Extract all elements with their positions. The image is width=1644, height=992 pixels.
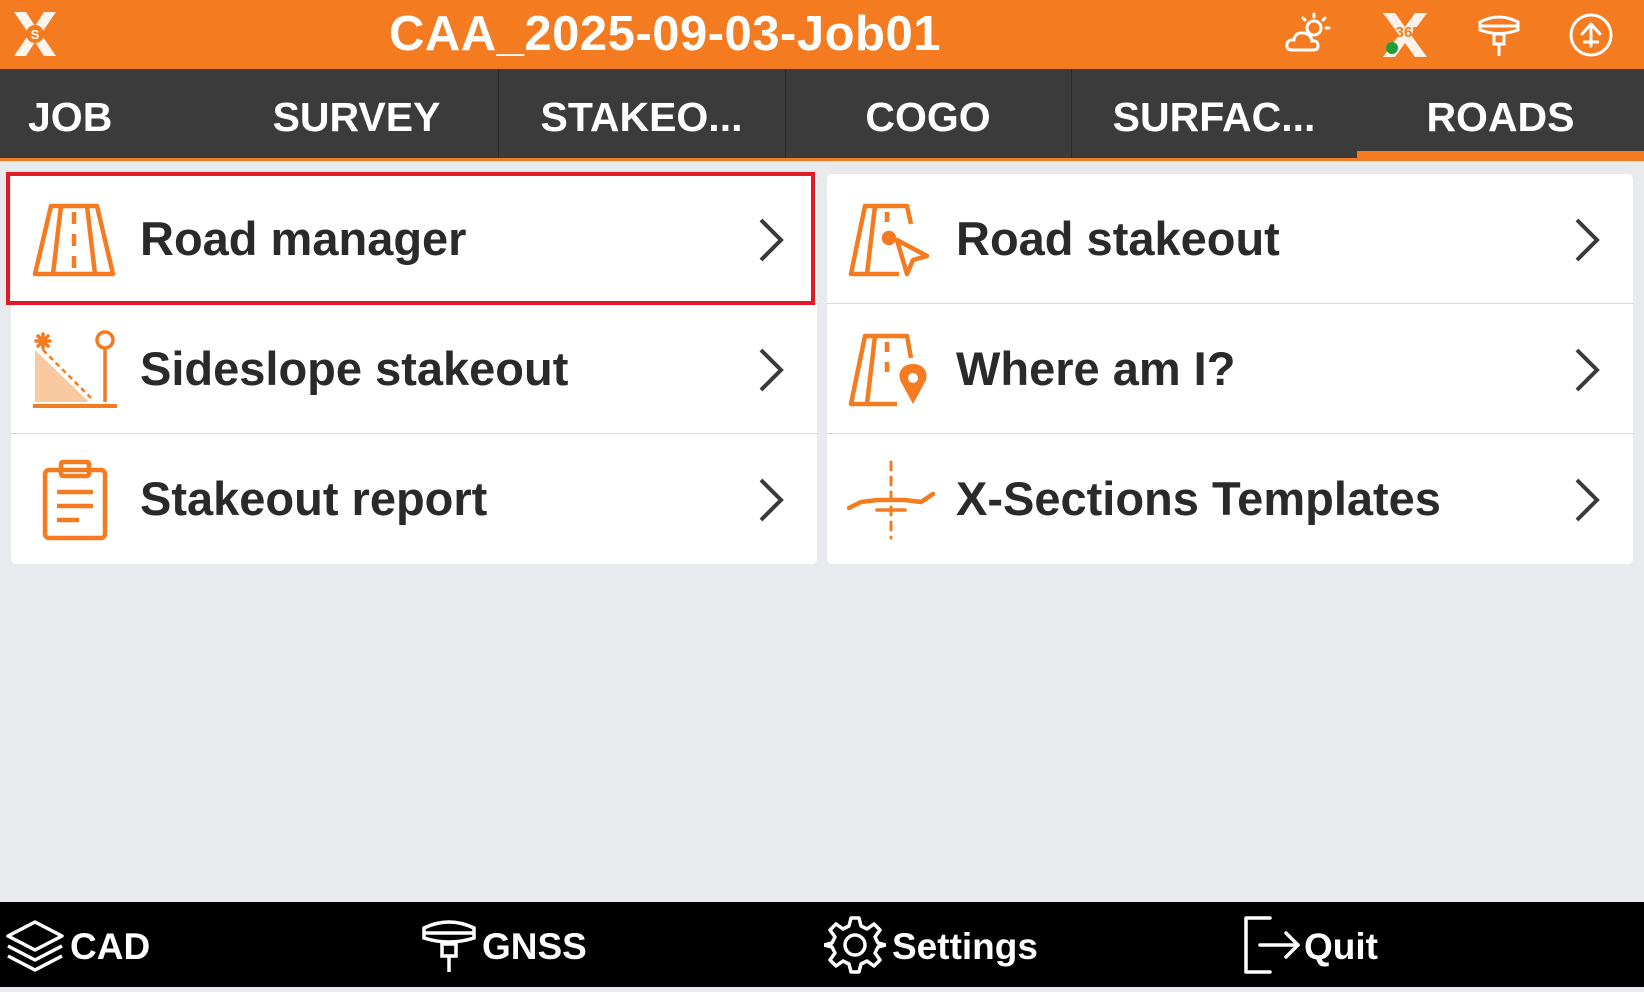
weather-icon[interactable] — [1282, 10, 1332, 60]
tab-cogo[interactable]: COGO — [785, 69, 1071, 161]
tab-divider — [785, 69, 786, 158]
right-menu-card: Road stakeout Where am I? X-Sections Tem… — [827, 174, 1633, 564]
gnss-receiver-icon[interactable] — [1474, 10, 1524, 60]
chevron-right-icon — [1575, 478, 1600, 522]
menu-label: X-Sections Templates — [956, 472, 1441, 525]
tab-divider — [498, 69, 499, 158]
menu-item-stakeout-report[interactable]: Stakeout report — [11, 434, 817, 564]
chevron-right-icon — [759, 478, 784, 522]
menu-label: Road stakeout — [956, 212, 1280, 265]
job-title: CAA_2025-09-03-Job01 — [389, 7, 941, 61]
menu-item-sideslope-stakeout[interactable]: Sideslope stakeout — [11, 304, 817, 434]
cad-label: CAD — [70, 926, 151, 967]
gear-icon — [824, 916, 886, 974]
tab-survey[interactable]: SURVEY — [215, 69, 498, 161]
menu-item-where-am-i[interactable]: Where am I? — [827, 304, 1633, 434]
tab-roads[interactable]: ROADS — [1357, 69, 1644, 161]
road-location-icon — [848, 333, 927, 407]
chevron-right-icon — [1575, 218, 1600, 262]
tab-divider — [1071, 69, 1072, 158]
chevron-right-icon — [759, 348, 784, 392]
upload-icon[interactable] — [1566, 10, 1616, 60]
menu-item-road-stakeout[interactable]: Road stakeout — [827, 174, 1633, 304]
svg-text:365: 365 — [1395, 24, 1420, 41]
gnss-label: GNSS — [482, 926, 587, 967]
chevron-right-icon — [1575, 348, 1600, 392]
menu-label: Where am I? — [956, 342, 1236, 395]
chevron-right-icon — [759, 218, 784, 262]
title-bar: S CAA_2025-09-03-Job01 365 — [0, 0, 1644, 69]
menu-label: Stakeout report — [140, 472, 488, 525]
menu-label: Sideslope stakeout — [140, 342, 569, 395]
bottom-bar: CAD GNSS Settings Quit — [0, 902, 1644, 987]
gnss-receiver-icon — [422, 920, 476, 972]
cross-section-icon — [847, 460, 935, 540]
tab-stakeout[interactable]: STAKEO... — [498, 69, 785, 161]
tab-surface[interactable]: SURFAC... — [1071, 69, 1357, 161]
gnss-button[interactable]: GNSS — [410, 902, 590, 987]
exit-icon — [1244, 916, 1300, 974]
quit-label: Quit — [1304, 926, 1378, 967]
layers-icon — [6, 920, 64, 972]
menu-label: Road manager — [140, 212, 467, 265]
tab-bar: JOB SURVEY STAKEO... COGO SURFAC... ROAD… — [0, 69, 1644, 161]
clipboard-icon — [42, 459, 108, 541]
road-stakeout-icon — [848, 203, 930, 277]
settings-button[interactable]: Settings — [820, 902, 1040, 987]
quit-button[interactable]: Quit — [1236, 902, 1396, 987]
menu-item-x-sections-templates[interactable]: X-Sections Templates — [827, 434, 1633, 564]
menu-item-road-manager[interactable]: Road manager — [11, 174, 817, 304]
left-menu-card: Road manager Sideslope stakeout Stakeout… — [11, 174, 817, 564]
road-icon — [32, 203, 116, 277]
x365-status-icon[interactable]: 365 — [1380, 10, 1430, 60]
settings-label: Settings — [892, 926, 1038, 967]
tab-job[interactable]: JOB — [0, 69, 215, 161]
sideslope-icon — [33, 330, 117, 408]
cad-button[interactable]: CAD — [0, 902, 160, 987]
